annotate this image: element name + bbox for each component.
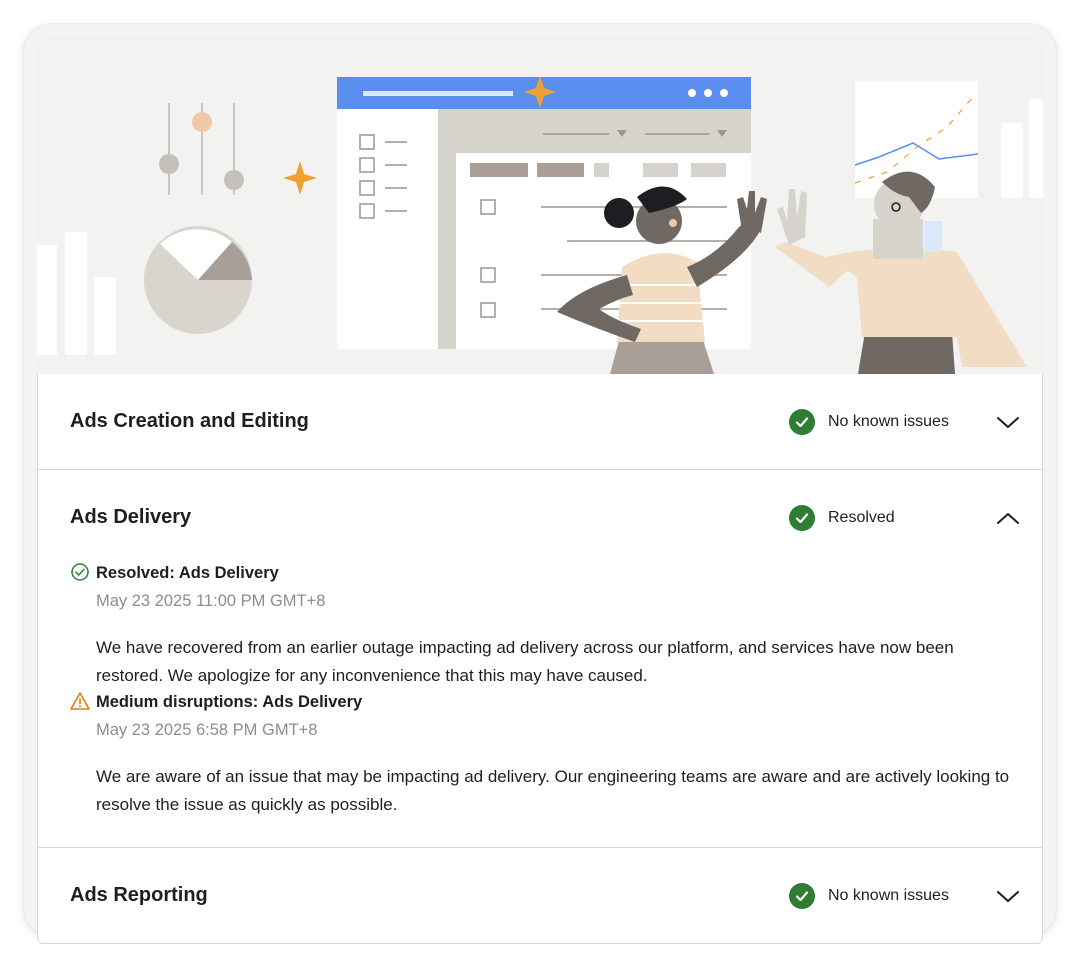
status-indicator: Resolved [789, 505, 895, 531]
chevron-up-icon[interactable] [995, 508, 1021, 528]
check-circle-icon [789, 409, 815, 435]
status-indicator: No known issues [789, 883, 949, 909]
update-list: Resolved: Ads Delivery May 23 2025 11:00… [38, 561, 1042, 847]
section-ads-creation: Ads Creation and Editing No known issues [38, 374, 1042, 470]
hero-illustration [37, 37, 1043, 374]
high-five-illustration [37, 76, 1043, 374]
status-text: No known issues [828, 887, 949, 904]
status-indicator: No known issues [789, 409, 949, 435]
section-header[interactable]: Ads Delivery Resolved [38, 470, 1042, 565]
update-item: Medium disruptions: Ads Delivery May 23 … [70, 690, 1010, 819]
status-accordion: Ads Creation and Editing No known issues… [37, 374, 1043, 944]
update-body: We have recovered from an earlier outage… [96, 638, 954, 685]
update-timestamp: May 23 2025 6:58 PM GMT+8 [96, 721, 318, 739]
section-ads-delivery: Ads Delivery Resolved Resolved: Ads Deli… [38, 470, 1042, 848]
status-text: Resolved [828, 509, 895, 526]
check-circle-outline-icon [71, 563, 89, 581]
update-item: Resolved: Ads Delivery May 23 2025 11:00… [70, 561, 1010, 690]
update-title: Resolved: Ads Delivery [96, 564, 279, 582]
chevron-down-icon[interactable] [995, 886, 1021, 906]
section-title: Ads Creation and Editing [70, 410, 309, 432]
section-title: Ads Reporting [70, 884, 208, 906]
section-ads-reporting: Ads Reporting No known issues [38, 848, 1042, 943]
section-header[interactable]: Ads Creation and Editing No known issues [38, 374, 1042, 469]
update-body: We are aware of an issue that may be imp… [96, 767, 1010, 814]
section-header[interactable]: Ads Reporting No known issues [38, 848, 1042, 943]
section-title: Ads Delivery [70, 506, 192, 528]
chevron-down-icon[interactable] [995, 412, 1021, 432]
update-timestamp: May 23 2025 11:00 PM GMT+8 [96, 592, 326, 610]
status-card-frame: Ads Creation and Editing No known issues… [24, 24, 1056, 944]
check-circle-icon [789, 883, 815, 909]
update-title: Medium disruptions: Ads Delivery [96, 693, 363, 711]
warning-triangle-icon [70, 692, 90, 710]
status-text: No known issues [828, 413, 949, 430]
check-circle-icon [789, 505, 815, 531]
